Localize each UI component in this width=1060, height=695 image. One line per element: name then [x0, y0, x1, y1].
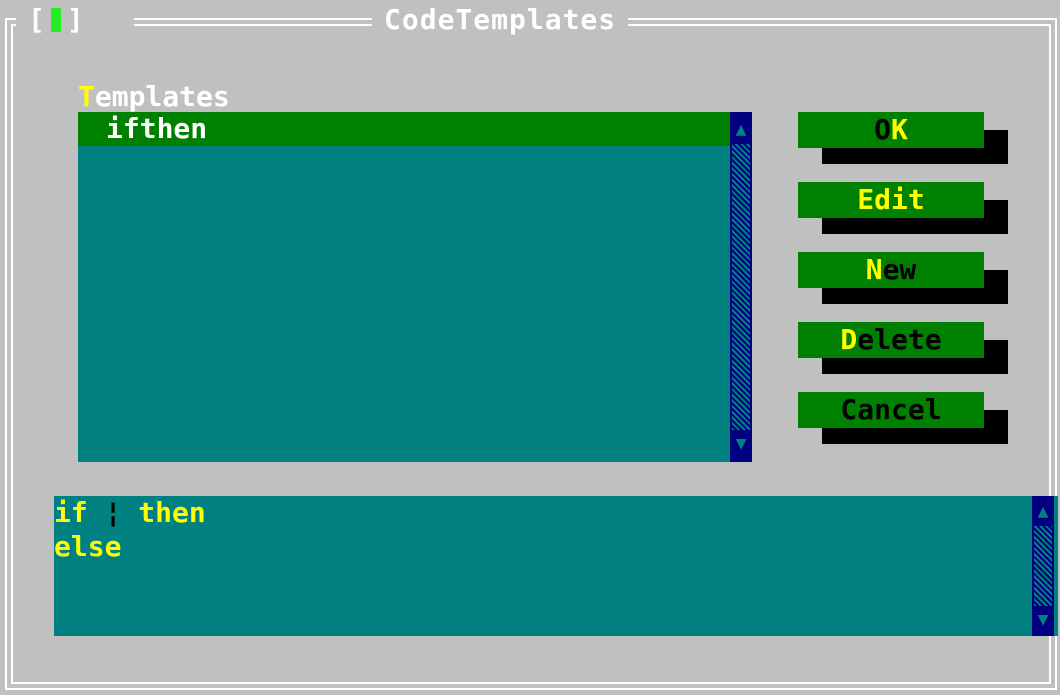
- close-bracket-right: ]: [66, 3, 84, 36]
- list-item[interactable]: ifthen: [78, 112, 730, 146]
- window-title: CodeTemplates: [372, 2, 629, 38]
- templates-list[interactable]: ifthen: [78, 112, 730, 462]
- cancel-button[interactable]: Cancel: [798, 392, 984, 428]
- delete-button-wrap: Delete: [798, 322, 1010, 376]
- scroll-up-arrow-icon[interactable]: ▲: [730, 116, 752, 144]
- cancel-button-label: Cancel: [840, 393, 942, 426]
- scroll-down-arrow-icon[interactable]: ▼: [730, 430, 752, 458]
- ok-button-label: O: [874, 113, 891, 146]
- ok-button-wrap: OK: [798, 112, 1010, 166]
- templates-scrollbar[interactable]: ▲ ▼: [730, 112, 752, 462]
- cancel-button-wrap: Cancel: [798, 392, 1010, 446]
- ok-button[interactable]: OK: [798, 112, 984, 148]
- templates-label-text: emplates: [94, 80, 230, 113]
- scroll-track[interactable]: [1034, 526, 1052, 606]
- new-button-hotkey: N: [865, 253, 883, 286]
- edit-button-label: Edit: [857, 183, 925, 216]
- editor-line[interactable]: else: [54, 530, 1058, 564]
- new-button-wrap: New: [798, 252, 1010, 306]
- template-editor[interactable]: if ¦ then else: [54, 496, 1058, 636]
- scroll-down-arrow-icon[interactable]: ▼: [1032, 606, 1054, 634]
- close-box[interactable]: [ ]: [28, 2, 84, 38]
- new-button-label: ew: [882, 253, 917, 286]
- delete-button-label: elete: [857, 323, 942, 356]
- close-bracket-left: [: [28, 3, 45, 36]
- scroll-track[interactable]: [732, 144, 750, 430]
- editor-text: then: [121, 496, 206, 529]
- ok-button-hotkey: K: [891, 113, 908, 146]
- edit-button-wrap: Edit: [798, 182, 1010, 236]
- editor-line[interactable]: if ¦ then: [54, 496, 1058, 530]
- templates-label-hotkey: T: [78, 80, 95, 113]
- close-icon[interactable]: [50, 8, 61, 32]
- editor-text: if: [54, 496, 105, 529]
- delete-button[interactable]: Delete: [798, 322, 984, 358]
- edit-button[interactable]: Edit: [798, 182, 984, 218]
- templates-label[interactable]: Templates: [78, 82, 230, 112]
- delete-button-hotkey: D: [840, 323, 858, 356]
- text-cursor: ¦: [104, 496, 122, 529]
- new-button[interactable]: New: [798, 252, 984, 288]
- editor-scrollbar[interactable]: ▲ ▼: [1032, 496, 1054, 636]
- scroll-up-arrow-icon[interactable]: ▲: [1032, 498, 1054, 526]
